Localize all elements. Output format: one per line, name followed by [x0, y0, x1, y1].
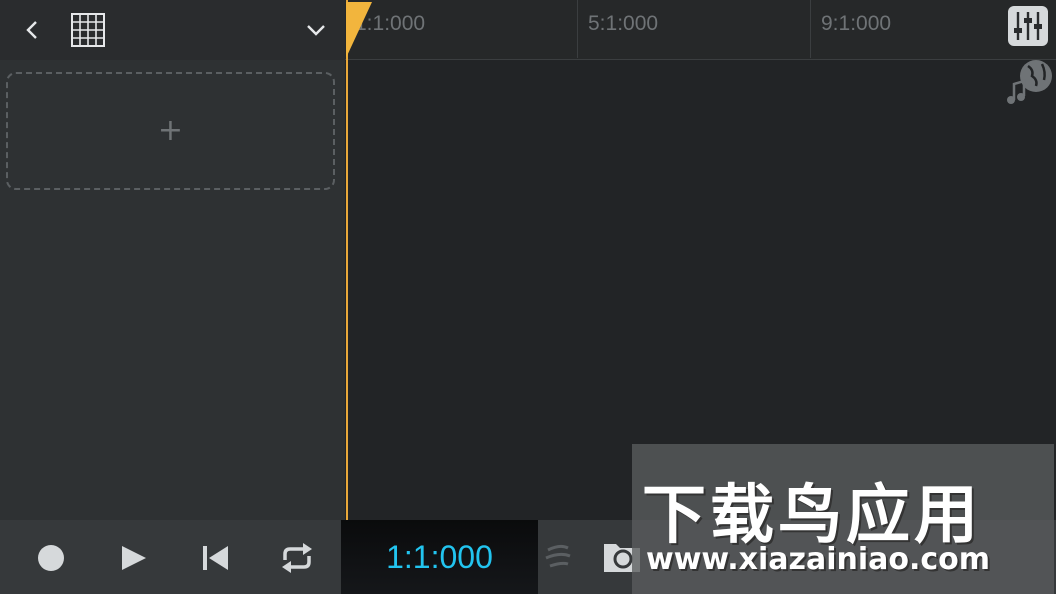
record-button[interactable] — [31, 538, 71, 578]
add-track-button[interactable]: + — [6, 72, 335, 190]
skip-back-icon — [203, 546, 228, 570]
grid-icon — [71, 13, 105, 47]
watermark: 下载鸟应用 www.xiazainiao.com — [632, 444, 1054, 594]
ruler-tick — [810, 0, 811, 58]
online-sounds-button[interactable] — [1004, 56, 1054, 104]
record-icon — [38, 545, 64, 571]
globe-music-icon — [1007, 60, 1052, 104]
rewind-button[interactable] — [196, 538, 236, 578]
play-icon — [122, 546, 146, 570]
watermark-url: www.xiazainiao.com — [646, 542, 991, 577]
mixer-button[interactable] — [1008, 6, 1048, 46]
ruler-label: 9:1:000 — [821, 12, 892, 35]
loop-icon — [282, 543, 312, 573]
swirl-icon — [545, 544, 571, 568]
mixer-icon — [1014, 12, 1042, 40]
ruler-tick — [577, 0, 578, 58]
time-display[interactable]: 1:1:000 — [341, 520, 538, 594]
back-button[interactable] — [16, 14, 48, 46]
track-panel-header — [0, 0, 345, 60]
metronome-button[interactable] — [540, 536, 580, 576]
loop-button[interactable] — [277, 538, 317, 578]
track-panel: + — [0, 0, 345, 520]
chevron-left-icon — [26, 21, 37, 39]
grid-button[interactable] — [70, 12, 106, 48]
ruler-label: 5:1:000 — [588, 12, 659, 35]
playhead-handle[interactable] — [346, 2, 372, 58]
playhead-line — [346, 0, 348, 520]
chevron-down-icon — [307, 25, 325, 36]
dropdown-button[interactable] — [300, 14, 332, 46]
play-button[interactable] — [114, 538, 154, 578]
timeline-ruler[interactable]: 1:1:000 5:1:000 9:1:000 — [345, 0, 1056, 60]
plus-icon: + — [157, 113, 184, 148]
